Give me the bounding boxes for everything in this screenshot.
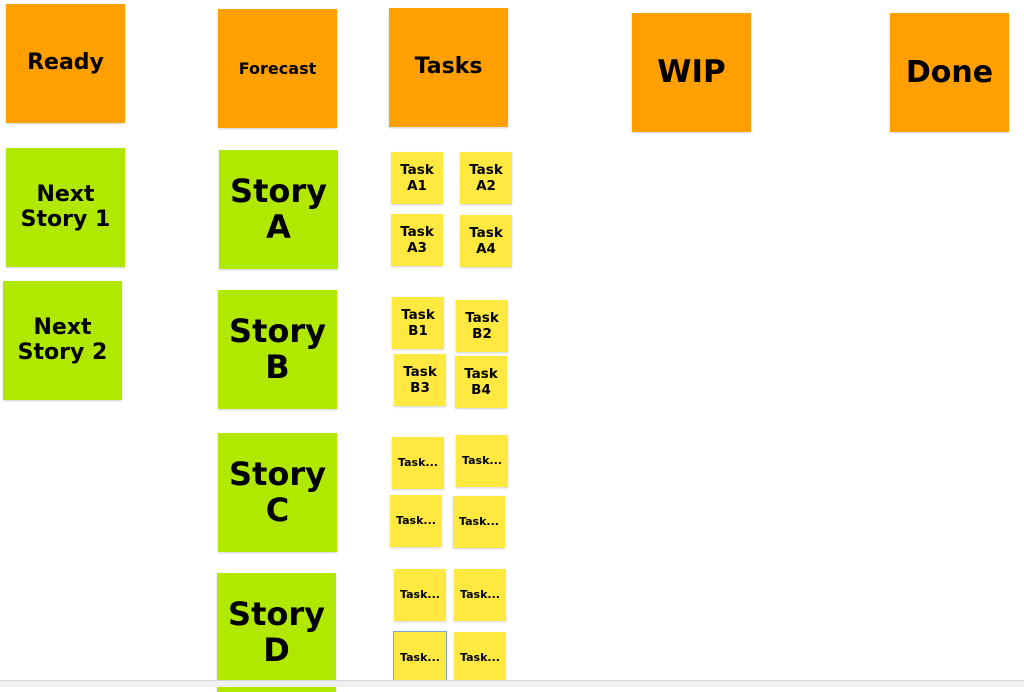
task-label: Task A3 xyxy=(400,223,434,256)
column-header-label: Done xyxy=(905,54,994,90)
task-label: Task... xyxy=(400,651,440,665)
column-header-label: WIP xyxy=(657,54,726,91)
task-label: Task B1 xyxy=(401,306,435,339)
column-header-done[interactable]: Done xyxy=(890,13,1009,132)
task-note[interactable]: Task B3 xyxy=(394,354,446,406)
story-label: Next Story 2 xyxy=(17,314,108,365)
task-label: Task... xyxy=(400,588,440,602)
task-label: Task... xyxy=(462,454,502,468)
kanban-board: Ready Forecast Tasks WIP Done Next Story… xyxy=(0,0,1024,692)
story-note-d[interactable]: Story D xyxy=(217,573,336,692)
task-label: Task... xyxy=(460,588,500,602)
column-header-label: Tasks xyxy=(414,54,483,80)
task-note[interactable]: Task... xyxy=(454,632,506,684)
task-label: Task B3 xyxy=(403,363,437,396)
task-note[interactable]: Task A3 xyxy=(391,214,443,266)
story-note-a[interactable]: Story A xyxy=(219,150,338,269)
task-note[interactable]: Task... xyxy=(456,435,508,487)
story-note-b[interactable]: Story B xyxy=(218,290,337,409)
column-header-ready[interactable]: Ready xyxy=(6,4,125,123)
task-note[interactable]: Task... xyxy=(392,437,444,489)
task-note[interactable]: Task B1 xyxy=(392,297,444,349)
task-note[interactable]: Task A4 xyxy=(460,215,512,267)
task-note[interactable]: Task A2 xyxy=(460,152,512,204)
task-label: Task B2 xyxy=(465,309,499,342)
ready-story-note[interactable]: Next Story 1 xyxy=(6,148,125,267)
task-label: Task... xyxy=(459,515,499,529)
task-note[interactable]: Task... xyxy=(454,569,506,621)
column-header-tasks[interactable]: Tasks xyxy=(389,8,508,127)
task-label: Task... xyxy=(398,456,438,470)
task-label: Task A1 xyxy=(400,161,434,194)
task-label: Task... xyxy=(396,514,436,528)
story-label: Story D xyxy=(228,594,325,669)
task-note[interactable]: Task B2 xyxy=(456,300,508,352)
column-header-forecast[interactable]: Forecast xyxy=(218,9,337,128)
task-label: Task A4 xyxy=(469,224,503,257)
column-header-wip[interactable]: WIP xyxy=(632,13,751,132)
column-header-label: Forecast xyxy=(238,58,317,78)
task-note[interactable]: Task A1 xyxy=(391,152,443,204)
task-note[interactable]: Task... xyxy=(453,496,505,548)
task-label: Task B4 xyxy=(464,365,498,398)
task-label: Task A2 xyxy=(469,161,503,194)
ready-story-note[interactable]: Next Story 2 xyxy=(3,281,122,400)
story-label: Next Story 1 xyxy=(20,181,111,232)
story-note-c[interactable]: Story C xyxy=(218,433,337,552)
story-label: Story B xyxy=(229,311,326,386)
task-label: Task... xyxy=(460,651,500,665)
task-note-selected[interactable]: Task... xyxy=(393,631,447,685)
task-note[interactable]: Task... xyxy=(390,495,442,547)
task-note[interactable]: Task... xyxy=(394,569,446,621)
task-note[interactable]: Task B4 xyxy=(455,356,507,408)
column-header-label: Ready xyxy=(27,50,104,76)
story-label: Story A xyxy=(230,171,327,246)
story-label: Story C xyxy=(229,454,326,529)
